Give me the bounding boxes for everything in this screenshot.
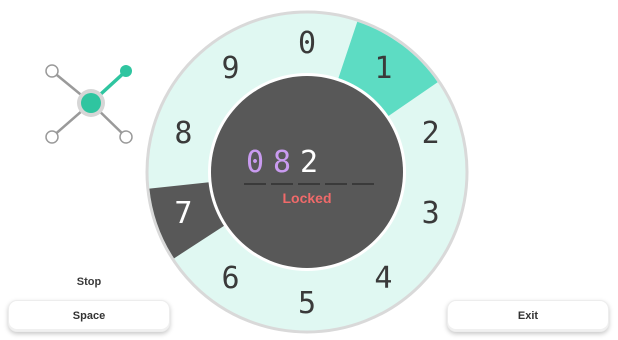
dial-number-6[interactable]: 6 — [222, 261, 240, 296]
lock-screen: 0 1 2 3 4 5 6 7 8 9 0 8 2 Locked Stop Space Exit — [0, 0, 618, 340]
space-button[interactable]: Space — [8, 300, 170, 332]
dial-number-8[interactable]: 8 — [174, 116, 192, 151]
joystick-node-down-left — [45, 130, 59, 144]
dial-number-0[interactable]: 0 — [298, 26, 316, 61]
dial-number-2[interactable]: 2 — [422, 116, 440, 151]
dial-number-9[interactable]: 9 — [222, 51, 240, 86]
dial-number-1[interactable]: 1 — [374, 51, 392, 86]
lock-status-label: Locked — [282, 190, 331, 206]
joystick-icon — [45, 64, 133, 144]
joystick-node-up-left — [45, 64, 59, 78]
joystick-knob — [81, 93, 101, 113]
combination-dial[interactable]: 01234567890 8 2Locked — [0, 0, 618, 340]
dial-number-4[interactable]: 4 — [374, 261, 392, 296]
code-entered-digit: 0 — [246, 145, 264, 180]
dial-number-3[interactable]: 3 — [422, 196, 440, 231]
dial-number-5[interactable]: 5 — [298, 286, 316, 321]
stop-hint-label: Stop — [76, 276, 102, 288]
exit-button[interactable]: Exit — [447, 300, 609, 332]
joystick-node-down-right — [119, 130, 133, 144]
code-entered-digit: 8 — [273, 145, 291, 180]
code-current-digit: 2 — [300, 145, 318, 180]
dial-number-7[interactable]: 7 — [174, 196, 192, 231]
joystick-active-node — [120, 65, 132, 77]
